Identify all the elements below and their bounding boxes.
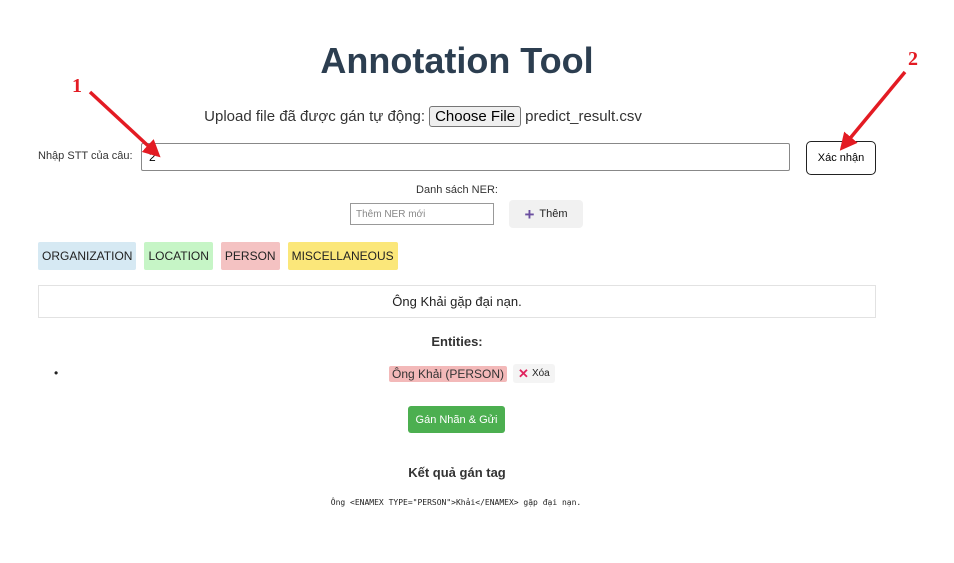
ner-tag-list: ORGANIZATION LOCATION PERSON MISCELLANEO… [38,242,398,270]
upload-label: Upload file đã được gán tự động: [204,108,426,125]
new-ner-input[interactable] [350,203,494,225]
confirm-button[interactable]: Xác nhận [806,141,876,175]
result-title: Kết quả gán tag [408,465,506,480]
entity-item: Ông Khải (PERSON) ✕ Xóa [389,364,555,383]
sentence-index-input[interactable] [141,143,790,171]
sentence-text[interactable]: Ông Khải gặp đại nạn. [392,294,521,309]
add-ner-label: Thêm [539,208,568,220]
selected-file-name: predict_result.csv [525,108,642,125]
delete-entity-button[interactable]: ✕ Xóa [513,364,555,383]
sentence-index-label: Nhập STT của câu: [38,150,133,162]
add-ner-button[interactable]: + Thêm [509,200,583,228]
submit-button[interactable]: Gán Nhãn & Gửi [408,406,505,433]
result-text: Ông <ENAMEX TYPE="PERSON">Khải</ENAMEX> … [330,498,582,507]
entity-chip: Ông Khải (PERSON) [389,365,508,382]
plus-icon: + [524,204,535,224]
upload-row: Upload file đã được gán tự động: Choose … [0,106,846,127]
page-title: Annotation Tool [320,40,594,81]
entities-title: Entities: [431,334,483,349]
annotation-marker-2: 2 [908,48,918,70]
choose-file-button[interactable]: Choose File [429,106,522,127]
sentence-display[interactable]: Ông Khải gặp đại nạn. [38,285,876,318]
annotation-marker-1: 1 [72,75,82,97]
list-bullet: • [54,366,59,380]
tag-person[interactable]: PERSON [220,242,280,270]
close-icon: ✕ [518,366,529,381]
tag-miscellaneous[interactable]: MISCELLANEOUS [287,242,398,270]
tag-organization[interactable]: ORGANIZATION [38,242,137,270]
delete-label: Xóa [531,368,550,379]
annotation-arrow-2 [839,70,907,151]
ner-list-label: Danh sách NER: [416,184,498,196]
tag-location[interactable]: LOCATION [144,242,213,270]
